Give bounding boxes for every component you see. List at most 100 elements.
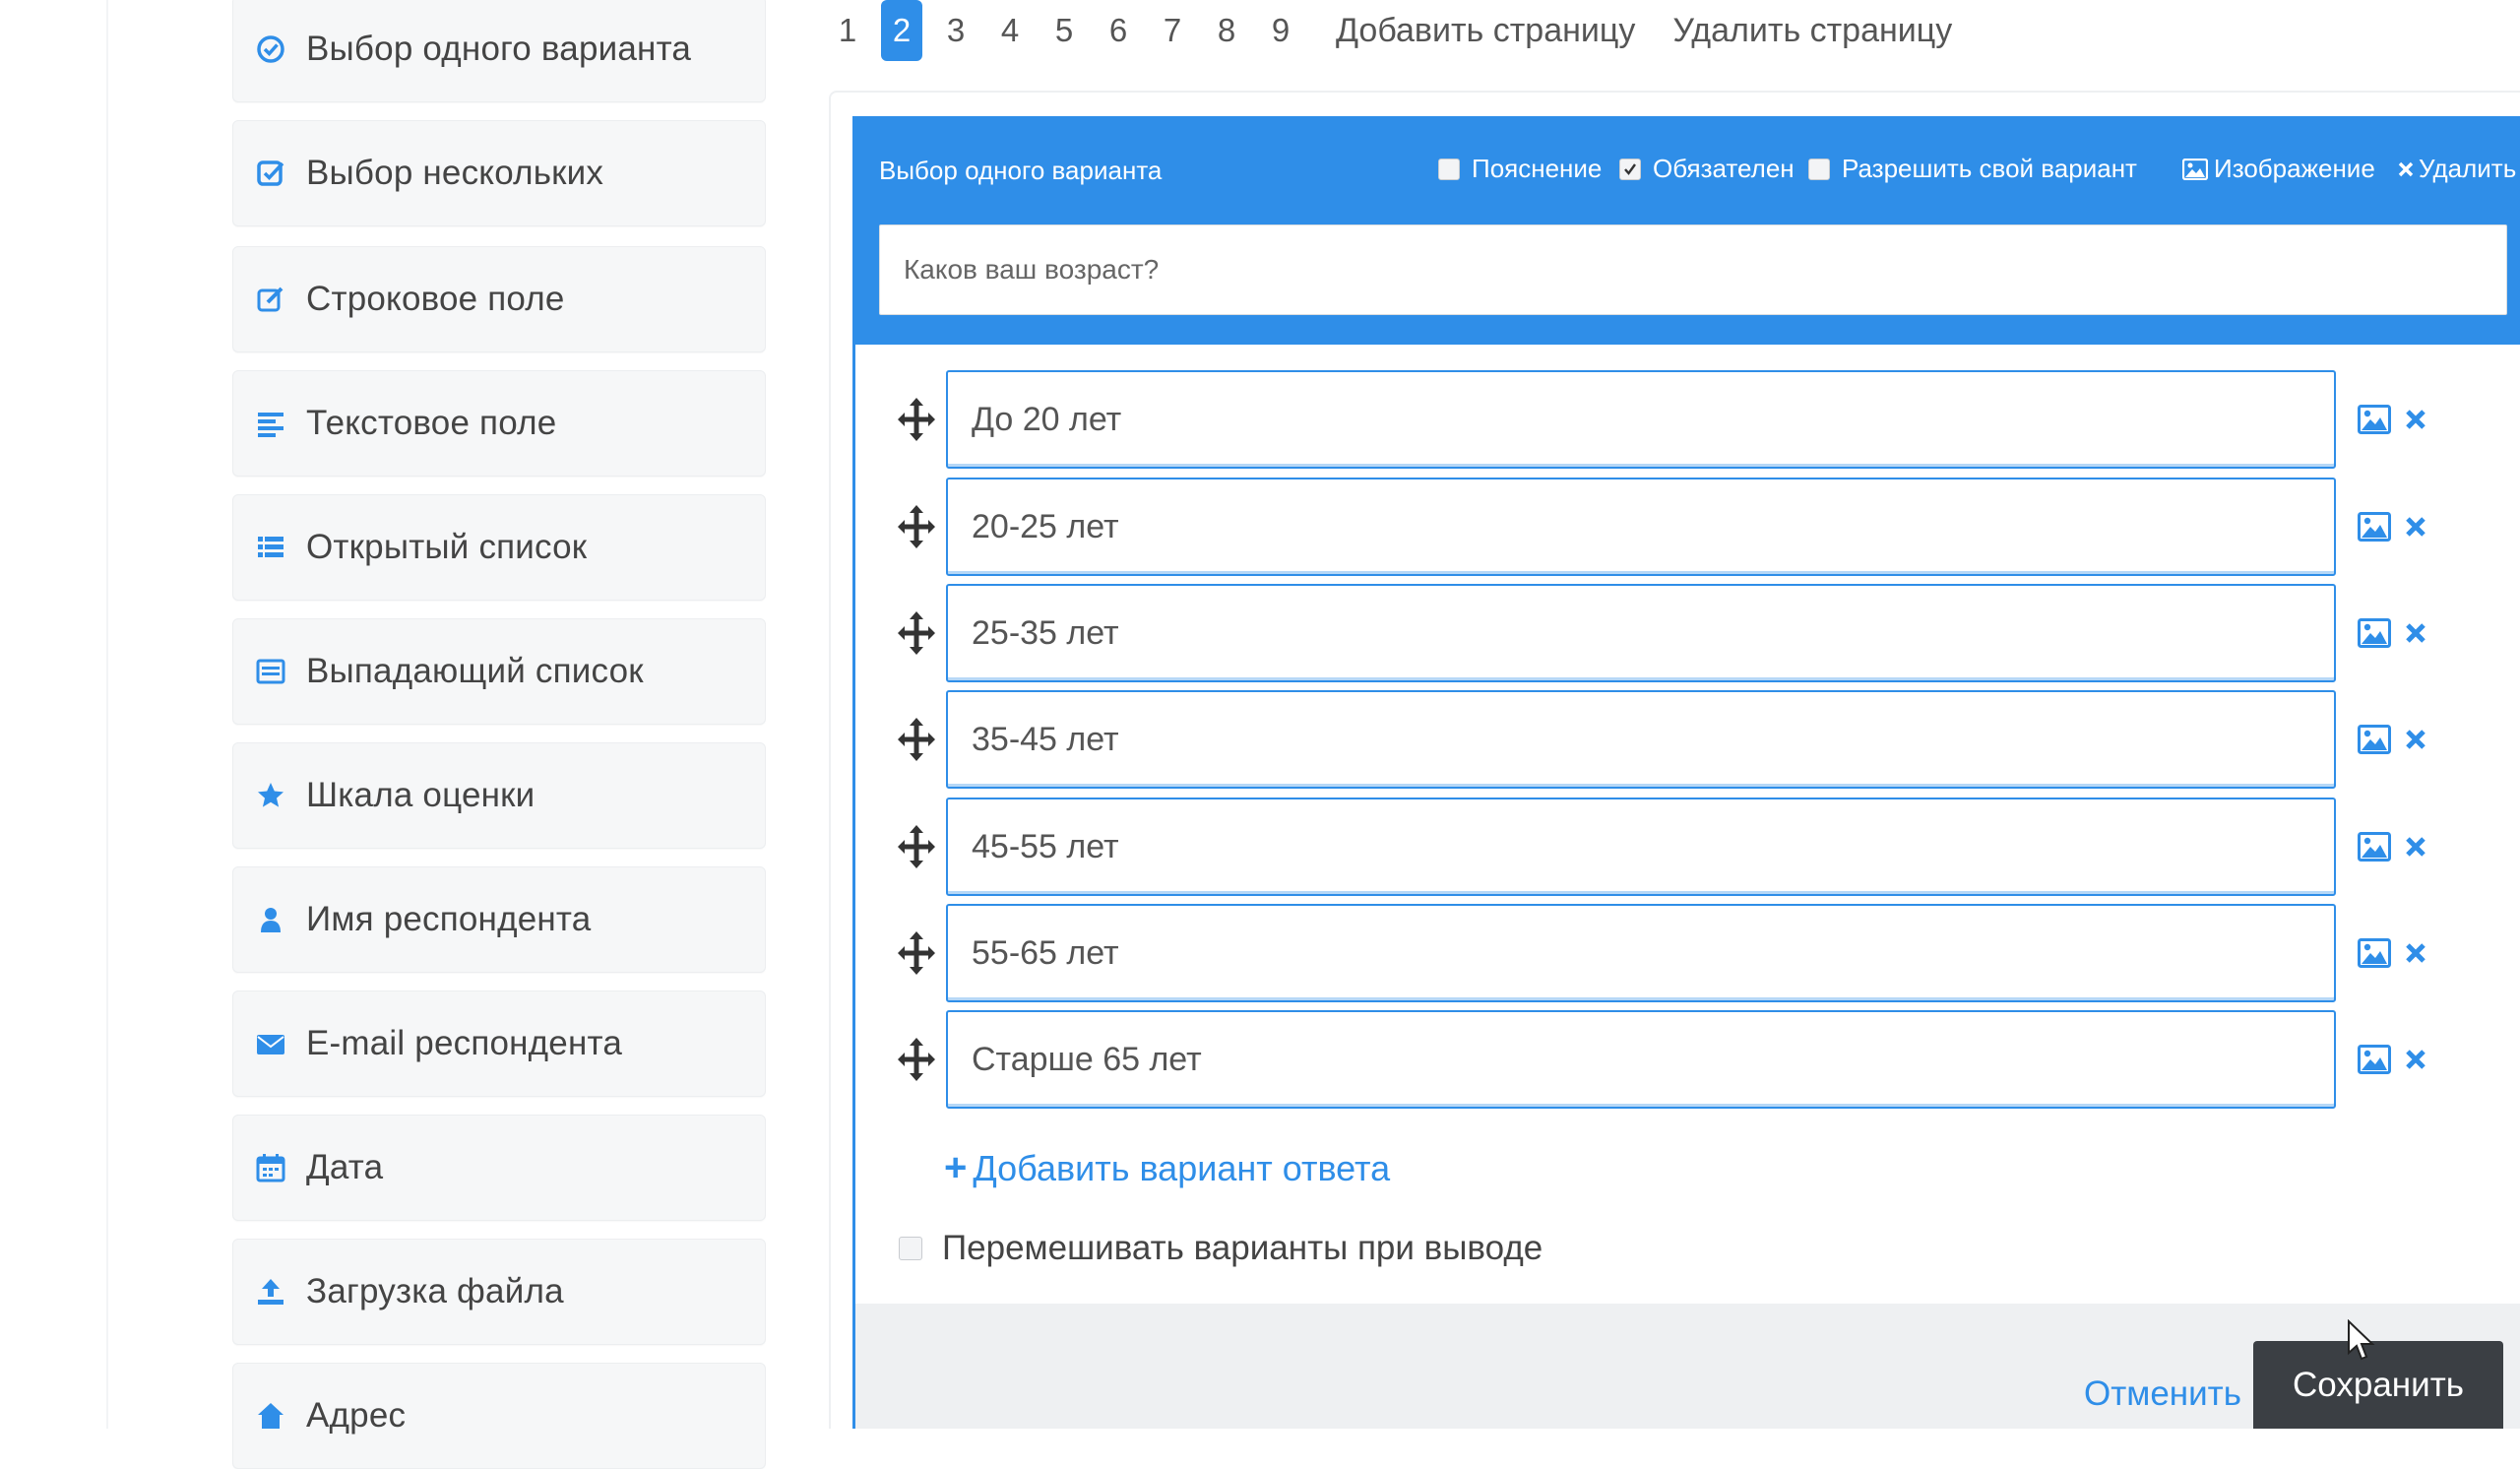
answer-delete-icon[interactable] bbox=[2401, 1043, 2430, 1076]
sidebar-item-single-choice[interactable]: Выбор одного варианта bbox=[232, 0, 766, 102]
answer-input[interactable] bbox=[946, 1010, 2336, 1109]
sidebar-item-file-upload[interactable]: Загрузка файла bbox=[232, 1239, 766, 1345]
sidebar-item-respondent-email[interactable]: E-mail респондента bbox=[232, 990, 766, 1097]
sidebar-item-multiple-choice[interactable]: Выбор нескольких bbox=[232, 120, 766, 226]
checkbox-icon bbox=[255, 158, 286, 189]
question-type-title: Выбор одного варианта bbox=[879, 156, 1163, 185]
answer-image-icon[interactable] bbox=[2358, 936, 2391, 970]
envelope-icon bbox=[255, 1028, 286, 1059]
answer-image-icon[interactable] bbox=[2358, 403, 2391, 436]
move-handle-icon[interactable] bbox=[895, 501, 938, 552]
page-link-4[interactable]: 4 bbox=[989, 0, 1031, 61]
star-icon bbox=[255, 780, 286, 811]
sidebar-item-label: Загрузка файла bbox=[306, 1272, 564, 1310]
answer-delete-icon[interactable] bbox=[2401, 723, 2430, 756]
allow-own-checkbox[interactable] bbox=[1808, 158, 1830, 180]
shuffle-checkbox[interactable] bbox=[899, 1237, 922, 1260]
move-handle-icon[interactable] bbox=[895, 821, 938, 872]
sidebar-item-label: Выпадающий список bbox=[306, 652, 644, 690]
answer-row bbox=[895, 478, 2470, 576]
sidebar-item-respondent-name[interactable]: Имя респондента bbox=[232, 866, 766, 973]
move-handle-icon[interactable] bbox=[895, 394, 938, 445]
cancel-link[interactable]: Отменить bbox=[2084, 1374, 2241, 1414]
sidebar-item-label: Выбор нескольких bbox=[306, 154, 604, 192]
header-image-label: Изображение bbox=[2214, 154, 2375, 183]
explanation-option[interactable]: Пояснение bbox=[1438, 154, 1602, 184]
sidebar-item-label: Открытый список bbox=[306, 528, 588, 566]
page-gutter-divider bbox=[106, 0, 108, 1429]
image-icon bbox=[2182, 158, 2208, 180]
upload-icon bbox=[255, 1276, 286, 1308]
sidebar-item-label: Имя респондента bbox=[306, 900, 592, 938]
sidebar-item-rating-scale[interactable]: Шкала оценки bbox=[232, 742, 766, 849]
sidebar-item-text-field[interactable]: Текстовое поле bbox=[232, 370, 766, 477]
answer-input[interactable] bbox=[946, 690, 2336, 789]
page-link-1[interactable]: 1 bbox=[827, 0, 868, 61]
question-editor: Выбор одного варианта Пояснение Обязател… bbox=[852, 116, 2520, 1429]
sidebar-item-string-field[interactable]: Строковое поле bbox=[232, 246, 766, 352]
answer-row bbox=[895, 584, 2470, 682]
page-link-3[interactable]: 3 bbox=[935, 0, 976, 61]
allow-own-option[interactable]: Разрешить свой вариант bbox=[1808, 154, 2137, 184]
sidebar-item-dropdown-list[interactable]: Выпадающий список bbox=[232, 618, 766, 725]
sidebar-item-label: Шкала оценки bbox=[306, 776, 536, 814]
page-link-6[interactable]: 6 bbox=[1098, 0, 1139, 61]
answer-row bbox=[895, 1010, 2470, 1109]
required-checkbox[interactable] bbox=[1619, 158, 1641, 180]
header-image-button[interactable]: Изображение bbox=[2182, 154, 2375, 184]
move-handle-icon[interactable] bbox=[895, 1034, 938, 1085]
answer-delete-icon[interactable] bbox=[2401, 616, 2430, 650]
page-link-8[interactable]: 8 bbox=[1206, 0, 1247, 61]
user-icon bbox=[255, 904, 286, 935]
move-handle-icon[interactable] bbox=[895, 607, 938, 659]
sidebar-item-label: Текстовое поле bbox=[306, 404, 557, 442]
dropdown-list-icon bbox=[255, 656, 286, 687]
page-link-9[interactable]: 9 bbox=[1260, 0, 1301, 61]
question-text-input[interactable] bbox=[879, 224, 2507, 315]
shuffle-label: Перемешивать варианты при выводе bbox=[942, 1229, 1544, 1267]
address-icon bbox=[255, 1400, 286, 1432]
page-link-5[interactable]: 5 bbox=[1043, 0, 1085, 61]
add-page-link[interactable]: Добавить страницу bbox=[1336, 12, 1635, 50]
add-answer-link[interactable]: + Добавить вариант ответа bbox=[944, 1146, 1390, 1190]
answer-row bbox=[895, 904, 2470, 1002]
move-handle-icon[interactable] bbox=[895, 927, 938, 979]
answer-input[interactable] bbox=[946, 584, 2336, 682]
edit-icon bbox=[255, 284, 286, 315]
shuffle-option[interactable]: Перемешивать варианты при выводе bbox=[899, 1229, 1543, 1268]
plus-icon: + bbox=[944, 1146, 968, 1189]
sidebar-item-address[interactable]: Адрес bbox=[232, 1363, 766, 1469]
answer-input[interactable] bbox=[946, 798, 2336, 896]
required-option[interactable]: Обязателен bbox=[1619, 154, 1795, 184]
explanation-checkbox[interactable] bbox=[1438, 158, 1460, 180]
answer-image-icon[interactable] bbox=[2358, 1043, 2391, 1076]
header-delete-button[interactable]: Удалить bbox=[2397, 154, 2516, 184]
page-pagination: 1 2 3 4 5 6 7 8 9 Добавить страницу Удал… bbox=[827, 0, 1968, 61]
question-editor-header: Выбор одного варианта Пояснение Обязател… bbox=[855, 116, 2520, 345]
mouse-cursor-icon bbox=[2348, 1319, 2375, 1361]
answer-image-icon[interactable] bbox=[2358, 510, 2391, 543]
move-handle-icon[interactable] bbox=[895, 714, 938, 765]
answer-row bbox=[895, 370, 2470, 469]
answer-image-icon[interactable] bbox=[2358, 830, 2391, 863]
answer-input[interactable] bbox=[946, 904, 2336, 1002]
delete-page-link[interactable]: Удалить страницу bbox=[1672, 12, 1952, 50]
answer-input[interactable] bbox=[946, 478, 2336, 576]
answer-delete-icon[interactable] bbox=[2401, 830, 2430, 863]
editor-footer: Отменить Сохранить bbox=[855, 1304, 2520, 1429]
page-link-2-active[interactable]: 2 bbox=[881, 0, 922, 61]
sidebar-item-label: E-mail респондента bbox=[306, 1024, 622, 1062]
answer-image-icon[interactable] bbox=[2358, 723, 2391, 756]
answer-row bbox=[895, 798, 2470, 896]
answer-delete-icon[interactable] bbox=[2401, 403, 2430, 436]
sidebar-item-date[interactable]: Дата bbox=[232, 1115, 766, 1221]
answer-delete-icon[interactable] bbox=[2401, 510, 2430, 543]
answer-delete-icon[interactable] bbox=[2401, 936, 2430, 970]
save-button[interactable]: Сохранить bbox=[2253, 1341, 2503, 1429]
add-answer-label: Добавить вариант ответа bbox=[973, 1147, 1391, 1188]
page-link-7[interactable]: 7 bbox=[1152, 0, 1193, 61]
answer-input[interactable] bbox=[946, 370, 2336, 469]
sidebar-item-open-list[interactable]: Открытый список bbox=[232, 494, 766, 601]
answer-image-icon[interactable] bbox=[2358, 616, 2391, 650]
explanation-label: Пояснение bbox=[1472, 154, 1603, 183]
